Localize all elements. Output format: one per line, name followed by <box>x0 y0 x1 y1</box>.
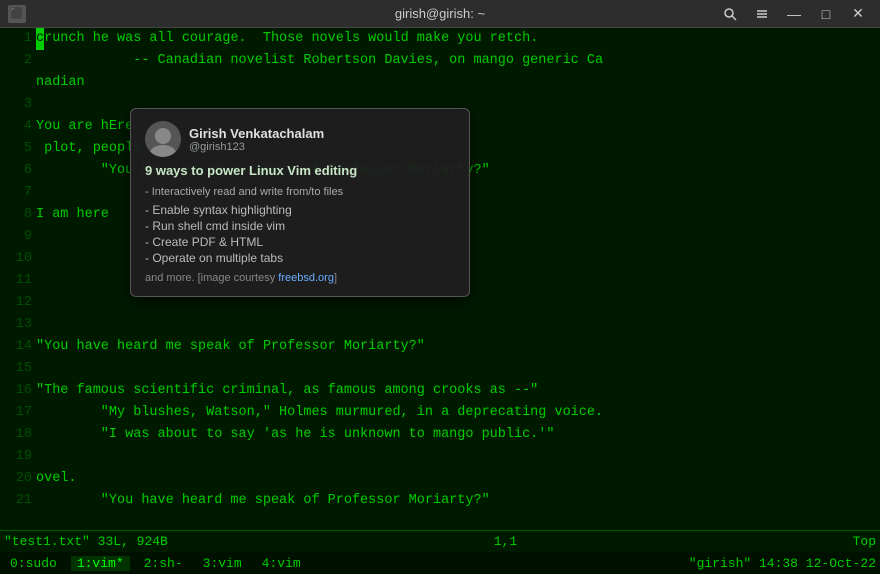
line-number: 12 <box>0 292 36 314</box>
notification-header: Girish Venkatachalam @girish123 <box>145 121 455 157</box>
window-title: girish@girish: ~ <box>395 6 485 21</box>
notification-list-item: Enable syntax highlighting <box>145 202 455 218</box>
line-text: -- Canadian novelist Robertson Davies, o… <box>36 50 603 72</box>
line-number: 21 <box>0 490 36 512</box>
line-number: 5 <box>0 138 36 160</box>
line-number: 13 <box>0 314 36 336</box>
tab-item-2[interactable]: 2:sh- <box>138 556 189 571</box>
editor-line: 1crunch he was all courage. Those novels… <box>0 28 880 50</box>
line-text: "The famous scientific criminal, as famo… <box>36 380 538 402</box>
footer-end: ] <box>334 272 337 284</box>
line-number: 3 <box>0 94 36 116</box>
notification-list-item: Create PDF & HTML <box>145 234 455 250</box>
line-text: ovel. <box>36 468 77 490</box>
editor-line: 20ovel. <box>0 468 880 490</box>
notification-list: Enable syntax highlightingRun shell cmd … <box>145 202 455 266</box>
line-number: 15 <box>0 358 36 380</box>
editor-line: 16"The famous scientific criminal, as fa… <box>0 380 880 402</box>
tab-item-4[interactable]: 4:vim <box>256 556 307 571</box>
line-number: 19 <box>0 446 36 468</box>
terminal-icon: ⬛ <box>8 5 26 23</box>
window-controls: — □ ✕ <box>716 3 872 25</box>
notification-footer: and more. [image courtesy freebsd.org] <box>145 272 455 284</box>
close-button[interactable]: ✕ <box>844 3 872 25</box>
line-number: 10 <box>0 248 36 270</box>
line-number: 17 <box>0 402 36 424</box>
editor-line: 17 "My blushes, Watson," Holmes murmured… <box>0 402 880 424</box>
notification-section: - Interactively read and write from/to f… <box>145 186 455 198</box>
line-number: 2 <box>0 50 36 72</box>
notification-username: Girish Venkatachalam <box>189 126 455 141</box>
line-number: 9 <box>0 226 36 248</box>
editor-line: 14"You have heard me speak of Professor … <box>0 336 880 358</box>
line-number <box>0 72 36 94</box>
editor-line: 15 <box>0 358 880 380</box>
line-number: 16 <box>0 380 36 402</box>
minimize-button[interactable]: — <box>780 3 808 25</box>
line-text: nadian <box>36 72 85 94</box>
tabbar-right: "girish" 14:38 12-Oct-22 <box>689 556 876 571</box>
maximize-button[interactable]: □ <box>812 3 840 25</box>
line-text: "My blushes, Watson," Holmes murmured, i… <box>36 402 603 424</box>
editor-line: 21 "You have heard me speak of Professor… <box>0 490 880 512</box>
editor-line: nadian <box>0 72 880 94</box>
line-text: crunch he was all courage. Those novels … <box>36 28 538 50</box>
title-bar-left: ⬛ <box>8 5 26 23</box>
tab-item-0[interactable]: 0:sudo <box>4 556 63 571</box>
user-avatar <box>145 121 181 157</box>
line-text: I am here <box>36 204 109 226</box>
tab-item-3[interactable]: 3:vim <box>197 556 248 571</box>
line-text: "I was about to say 'as he is unknown to… <box>36 424 554 446</box>
status-bar: "test1.txt" 33L, 924B 1,1 Top <box>0 530 880 552</box>
notification-list-item: Operate on multiple tabs <box>145 250 455 266</box>
editor-line: 2 -- Canadian novelist Robertson Davies,… <box>0 50 880 72</box>
line-number: 8 <box>0 204 36 226</box>
line-number: 14 <box>0 336 36 358</box>
notification-popup: Girish Venkatachalam @girish123 9 ways t… <box>130 108 470 297</box>
line-text: "You have heard me speak of Professor Mo… <box>36 336 425 358</box>
status-filename: "test1.txt" 33L, 924B <box>4 534 168 549</box>
notification-handle: @girish123 <box>189 141 455 153</box>
editor-area: 1crunch he was all courage. Those novels… <box>0 28 880 530</box>
tab-bar: 0:sudo 1:vim* 2:sh- 3:vim 4:vim "girish" 14:3… <box>0 552 880 574</box>
line-number: 6 <box>0 160 36 182</box>
line-number: 20 <box>0 468 36 490</box>
line-text: "You have heard me speak of Professor Mo… <box>36 490 490 512</box>
notification-list-item: Run shell cmd inside vim <box>145 218 455 234</box>
notification-title: 9 ways to power Linux Vim editing <box>145 163 455 178</box>
menu-button[interactable] <box>748 3 776 25</box>
editor-line: 13 <box>0 314 880 336</box>
notification-meta: Girish Venkatachalam @girish123 <box>189 126 455 153</box>
tab-item-1[interactable]: 1:vim* <box>71 556 130 571</box>
editor-line: 19 <box>0 446 880 468</box>
editor-line: 18 "I was about to say 'as he is unknown… <box>0 424 880 446</box>
line-number: 18 <box>0 424 36 446</box>
line-number: 7 <box>0 182 36 204</box>
line-number: 1 <box>0 28 36 50</box>
cursor: c <box>36 28 44 50</box>
title-bar: ⬛ girish@girish: ~ — □ ✕ <box>0 0 880 28</box>
footer-text: and more. [image courtesy <box>145 272 278 284</box>
status-position: 1,1 Top <box>494 534 876 549</box>
line-text: You are hEre <box>36 116 133 138</box>
search-button[interactable] <box>716 3 744 25</box>
footer-link[interactable]: freebsd.org <box>278 272 334 284</box>
line-number: 4 <box>0 116 36 138</box>
line-number: 11 <box>0 270 36 292</box>
